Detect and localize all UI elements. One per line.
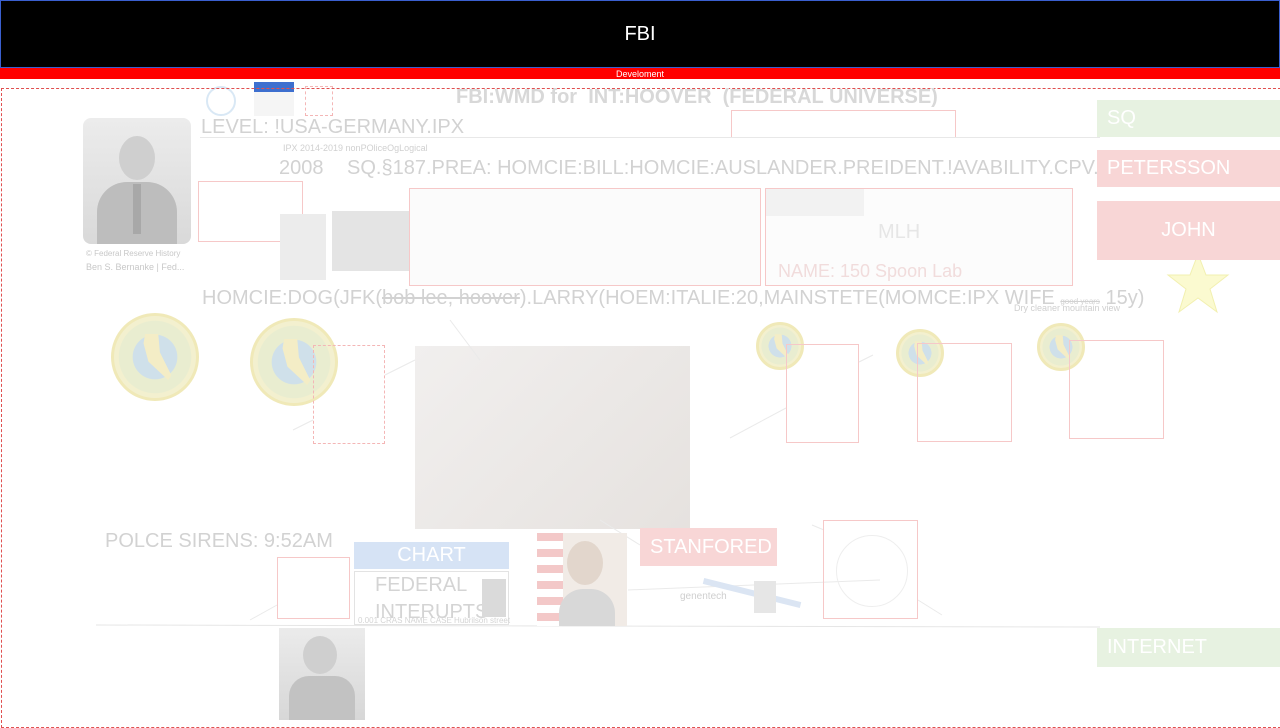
john-label: JOHN [1161, 219, 1216, 241]
small-photo[interactable] [754, 581, 776, 613]
chart-button[interactable]: CHART [354, 542, 509, 569]
genentech-label: genentech [680, 591, 727, 602]
portrait-photo-flag[interactable] [537, 533, 627, 626]
officer-dog-photo[interactable] [279, 628, 365, 720]
connector-lines [95, 319, 1101, 628]
stanfored-button-label: STANFORED [650, 535, 772, 558]
evidence-box[interactable] [277, 557, 350, 619]
federal-note: 0.001 CRAS NAME CASE Hubrilson street [358, 616, 511, 625]
petersson-label: PETERSSON [1107, 157, 1231, 179]
internet-button[interactable]: INTERNET [1097, 628, 1280, 667]
petersson-button[interactable]: PETERSSON [1097, 150, 1280, 187]
sirens-text: POLCE SIRENS: 9:52AM [105, 530, 333, 552]
john-button[interactable]: JOHN [1097, 201, 1280, 260]
sq-label: SQ [1107, 107, 1136, 129]
stanfored-button[interactable]: STANFORED [640, 528, 777, 566]
chart-button-label: CHART [397, 544, 466, 566]
sq-button[interactable]: SQ [1097, 100, 1280, 137]
internet-label: INTERNET [1107, 636, 1207, 658]
federal-thumbnail [482, 579, 506, 617]
evidence-box[interactable] [823, 520, 918, 619]
